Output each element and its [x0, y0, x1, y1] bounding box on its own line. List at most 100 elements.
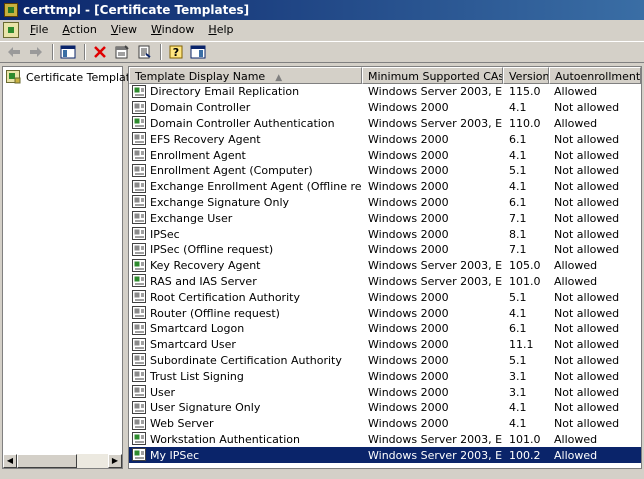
templates-list: Directory Email Replication Windows Serve… — [129, 84, 641, 464]
table-row[interactable]: Router (Offline request) Windows 2000 4.1 N… — [129, 305, 641, 321]
table-row[interactable]: IPSec (Offline request) Windows 2000 7.1 No… — [129, 242, 641, 258]
table-row[interactable]: EFS Recovery Agent Windows 2000 6.1 Not all… — [129, 131, 641, 147]
min-ca-cell: Windows 2000 — [368, 290, 449, 304]
table-row[interactable]: Root Certification Authority Windows 2000… — [129, 289, 641, 305]
back-icon — [8, 47, 20, 57]
svg-text:?: ? — [173, 46, 179, 59]
menu-action[interactable]: Action — [55, 20, 103, 40]
tree-horizontal-scrollbar[interactable]: ◀ ▶ — [3, 454, 122, 468]
show-hide-action-pane-button[interactable] — [188, 43, 208, 61]
template-name: Enrollment Agent — [150, 148, 246, 162]
version-cell: 101.0 — [509, 274, 541, 288]
table-row[interactable]: RAS and IAS Server Windows Server 2003, E… — [129, 274, 641, 290]
min-ca-cell: Windows 2000 — [368, 195, 449, 209]
back-button[interactable] — [4, 43, 24, 61]
certificate-templates-icon — [6, 70, 21, 84]
template-name: Directory Email Replication — [150, 85, 300, 99]
scroll-thumb[interactable] — [17, 454, 77, 468]
menu-window[interactable]: Window — [144, 20, 201, 40]
column-header-min-ca-label: Minimum Supported CAs — [368, 70, 503, 83]
menu-bar: File Action View Window Help — [0, 20, 644, 40]
templates-list-pane[interactable]: Template Display Name ▲ Minimum Supported… — [128, 66, 642, 469]
version-cell: 6.1 — [509, 132, 527, 146]
table-row[interactable]: Trust List Signing Windows 2000 3.1 Not all… — [129, 368, 641, 384]
template-name-cell: Directory Email Replication — [129, 84, 362, 99]
table-row[interactable]: Directory Email Replication Windows Serve… — [129, 84, 641, 100]
version-cell: 4.1 — [509, 417, 527, 431]
autoenrollment-cell: Not allowed — [554, 132, 620, 146]
scroll-right-icon[interactable]: ▶ — [108, 454, 122, 468]
template-name: User — [150, 385, 176, 399]
min-ca-cell: Windows 2000 — [368, 338, 449, 352]
table-row[interactable]: Enrollment Agent Windows 2000 4.1 Not allow… — [129, 147, 641, 163]
menu-view[interactable]: View — [104, 20, 144, 40]
version-cell: 8.1 — [509, 227, 527, 241]
table-row[interactable]: Domain Controller Windows 2000 4.1 Not allo… — [129, 100, 641, 116]
scroll-track[interactable] — [77, 454, 108, 468]
table-row[interactable]: Workstation Authentication Windows Server… — [129, 432, 641, 448]
table-row[interactable]: User Signature Only Windows 2000 4.1 Not al… — [129, 400, 641, 416]
table-row[interactable]: User Windows 2000 3.1 Not allowed — [129, 384, 641, 400]
table-row[interactable]: Exchange Enrollment Agent (Offline reque… — [129, 179, 641, 195]
help-button[interactable]: ? — [166, 43, 186, 61]
column-header-min-ca[interactable]: Minimum Supported CAs — [362, 67, 503, 84]
autoenrollment-cell: Not allowed — [554, 227, 620, 241]
certificate-template-icon — [132, 337, 146, 351]
toolbar-separator — [84, 44, 86, 60]
menu-help-rest: elp — [216, 23, 234, 36]
delete-button[interactable] — [90, 43, 110, 61]
export-list-icon — [138, 45, 151, 59]
min-ca-cell: Windows 2000 — [368, 369, 449, 383]
table-row[interactable]: My IPSec Windows Server 2003, En... 100.2 A… — [129, 447, 641, 464]
template-name-cell: User — [129, 385, 362, 399]
autoenrollment-cell: Not allowed — [554, 353, 620, 367]
certificate-template-icon — [132, 100, 146, 114]
table-row[interactable]: Key Recovery Agent Windows Server 2003, E… — [129, 258, 641, 274]
properties-button[interactable] — [112, 43, 132, 61]
autoenrollment-cell: Not allowed — [554, 101, 620, 115]
menu-help[interactable]: Help — [201, 20, 240, 40]
export-list-button[interactable] — [134, 43, 154, 61]
min-ca-cell: Windows 2000 — [368, 306, 449, 320]
column-header-autoenrollment[interactable]: Autoenrollment — [549, 67, 641, 84]
min-ca-cell: Windows 2000 — [368, 211, 449, 225]
template-name: Enrollment Agent (Computer) — [150, 164, 313, 178]
version-cell: 4.1 — [509, 401, 527, 415]
certificate-template-icon — [132, 448, 146, 462]
table-row[interactable]: Subordinate Certification Authority Windo… — [129, 353, 641, 369]
toolbar-separator — [52, 44, 54, 60]
mdi-child-icon[interactable] — [3, 22, 19, 38]
table-row[interactable]: IPSec Windows 2000 8.1 Not allowed — [129, 226, 641, 242]
table-row[interactable]: Smartcard User Windows 2000 11.1 Not allowe… — [129, 337, 641, 353]
app-icon[interactable] — [4, 3, 18, 17]
min-ca-cell: Windows Server 2003, En... — [368, 116, 503, 130]
show-hide-tree-button[interactable] — [58, 43, 78, 61]
tree-item-certificate-templates[interactable]: Certificate Templates — [6, 70, 143, 84]
menu-file[interactable]: File — [23, 20, 55, 40]
table-row[interactable]: Enrollment Agent (Computer) Windows 2000 5… — [129, 163, 641, 179]
min-ca-cell: Windows 2000 — [368, 385, 449, 399]
template-name: Trust List Signing — [150, 369, 244, 383]
column-header-name[interactable]: Template Display Name ▲ — [129, 67, 362, 84]
table-row[interactable]: Domain Controller Authentication Windows … — [129, 116, 641, 132]
table-row[interactable]: Web Server Windows 2000 4.1 Not allowed — [129, 416, 641, 432]
min-ca-cell: Windows 2000 — [368, 322, 449, 336]
template-name: Exchange Signature Only — [150, 195, 290, 209]
min-ca-cell: Windows Server 2003, En... — [368, 85, 503, 99]
autoenrollment-cell: Allowed — [554, 116, 598, 130]
table-row[interactable]: Exchange User Windows 2000 7.1 Not allowed — [129, 210, 641, 226]
forward-button[interactable] — [26, 43, 46, 61]
template-name-cell: My IPSec — [129, 448, 362, 462]
certificate-template-icon — [132, 163, 146, 177]
table-row[interactable]: Exchange Signature Only Windows 2000 6.1 No… — [129, 195, 641, 211]
template-name: Workstation Authentication — [150, 432, 300, 446]
column-header-version[interactable]: Version — [503, 67, 549, 84]
menu-window-rest: indow — [161, 23, 195, 36]
console-tree-pane[interactable]: Certificate Templates ◀ ▶ — [2, 66, 143, 469]
properties-icon — [115, 45, 129, 59]
sort-ascending-icon: ▲ — [275, 73, 283, 83]
scroll-left-icon[interactable]: ◀ — [3, 454, 17, 468]
version-cell: 115.0 — [509, 85, 541, 99]
list-header: Template Display Name ▲ Minimum Supported… — [129, 67, 641, 84]
table-row[interactable]: Smartcard Logon Windows 2000 6.1 Not allowe… — [129, 321, 641, 337]
